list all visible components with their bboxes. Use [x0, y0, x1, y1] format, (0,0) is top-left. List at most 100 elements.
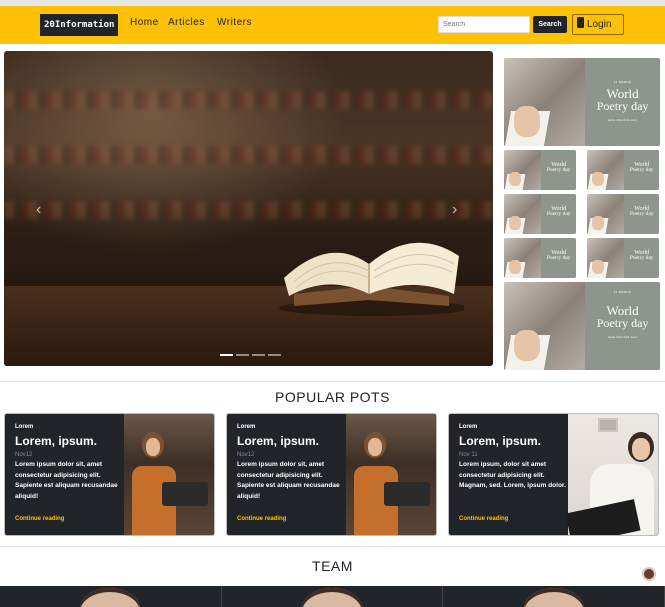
post-card[interactable]: Lorem Lorem, ipsum. Nov 11 Lorem ipsum, …	[448, 413, 659, 536]
card-text: Lorem ipsum dolor sit, amet consectetur …	[15, 461, 118, 500]
nav-link-articles[interactable]: Articles	[168, 17, 205, 28]
typewriter	[384, 482, 430, 506]
carousel-indicator[interactable]	[252, 354, 265, 356]
thumbnail-small[interactable]: World Poetry day	[587, 238, 659, 278]
card-title: Lorem, ipsum.	[15, 434, 98, 448]
face	[368, 438, 382, 456]
carousel-prev-icon[interactable]: ‹	[36, 201, 41, 219]
thumbnail-small[interactable]: World Poetry day	[504, 238, 576, 278]
poster: World Poetry day	[624, 150, 659, 190]
poster-line-2: Poetry day	[629, 255, 654, 261]
poster-line-2: Poetry day	[596, 99, 649, 113]
wall-frame	[598, 418, 618, 432]
search-input[interactable]	[438, 16, 530, 33]
writing-photo	[504, 150, 544, 190]
poster: 21 MARCH World Poetry day www.infoclick.…	[585, 58, 660, 146]
thumbnail-small[interactable]: World Poetry day	[587, 194, 659, 234]
poster-line-2: Poetry day	[546, 167, 571, 173]
card-date: Nov12	[237, 452, 255, 458]
search-button[interactable]: Search	[533, 16, 567, 33]
nav-link-writers[interactable]: Writers	[217, 17, 252, 28]
carousel-indicator[interactable]	[268, 354, 281, 356]
carousel-indicator[interactable]	[236, 354, 249, 356]
hand	[508, 216, 521, 230]
team-member-photo	[80, 588, 141, 607]
writing-photo	[587, 194, 627, 234]
card-text: Lorem ipsum dolor sit, amet consectetur …	[237, 461, 340, 500]
chat-avatar-icon[interactable]	[642, 567, 656, 581]
card-date: Nov12	[15, 452, 33, 458]
bookshelf	[4, 91, 493, 109]
writing-photo	[504, 58, 590, 146]
carousel-indicator[interactable]	[220, 354, 233, 356]
poster: World Poetry day	[624, 194, 659, 234]
card-title: Lorem, ipsum.	[459, 434, 542, 448]
card-image	[124, 414, 214, 535]
hand	[508, 172, 521, 186]
face	[632, 438, 650, 460]
poster-line-2: Poetry day	[596, 316, 649, 330]
thumbnail-small[interactable]: World Poetry day	[504, 150, 576, 190]
bookshelf	[4, 146, 493, 164]
card-title: Lorem, ipsum.	[237, 434, 320, 448]
poster: World Poetry day	[541, 238, 576, 278]
section-divider	[0, 546, 665, 547]
nav-link-home[interactable]: Home	[130, 17, 159, 28]
hand	[591, 260, 604, 274]
card-body: Lorem Lorem, ipsum. Nov 11 Lorem ipsum, …	[459, 424, 569, 492]
thumbnail-large[interactable]: 21 MARCH World Poetry day www.infoclick.…	[504, 58, 660, 146]
legs	[565, 499, 641, 535]
login-button[interactable]: Login	[572, 14, 624, 35]
hero-carousel[interactable]: ‹ ›	[4, 51, 493, 366]
card-label: Lorem	[459, 424, 478, 430]
card-image	[565, 414, 658, 535]
card-body: Lorem Lorem, ipsum. Nov12 Lorem ipsum do…	[237, 424, 347, 502]
carousel-next-icon[interactable]: ›	[452, 201, 457, 219]
thumbnail-small[interactable]: World Poetry day	[504, 194, 576, 234]
thumbnail-small[interactable]: World Poetry day	[587, 150, 659, 190]
poster-date: 21 MARCH	[613, 290, 632, 294]
poster: 21 MARCH World Poetry day www.infoclick.…	[585, 282, 660, 370]
brand-logo[interactable]: 20Information	[40, 14, 119, 36]
navbar: 20Information Home Articles Writers Sear…	[0, 6, 665, 44]
team-member-card[interactable]	[443, 586, 665, 607]
login-label: Login	[587, 19, 612, 30]
hand	[514, 106, 541, 138]
poster-date: 21 MARCH	[613, 80, 632, 84]
card-date: Nov 11	[459, 452, 478, 458]
writing-photo	[587, 238, 627, 278]
writing-photo	[504, 238, 544, 278]
post-card[interactable]: Lorem Lorem, ipsum. Nov12 Lorem ipsum do…	[226, 413, 437, 536]
card-text: Lorem ipsum, dolor sit amet consectetur …	[459, 461, 566, 489]
poster: World Poetry day	[624, 238, 659, 278]
card-label: Lorem	[237, 424, 256, 430]
continue-reading-link[interactable]: Continue reading	[237, 516, 286, 522]
popular-section-title: POPULAR POTS	[275, 389, 390, 405]
poster-url: www.infoclick.com	[607, 118, 638, 122]
poster-line-2: Poetry day	[629, 167, 654, 173]
post-card[interactable]: Lorem Lorem, ipsum. Nov12 Lorem ipsum do…	[4, 413, 215, 536]
face	[146, 438, 160, 456]
poster-line-2: Poetry day	[546, 255, 571, 261]
continue-reading-link[interactable]: Continue reading	[459, 516, 508, 522]
writing-photo	[504, 282, 590, 370]
poster-line-2: Poetry day	[546, 211, 571, 217]
team-member-photo	[302, 588, 362, 607]
hand	[591, 172, 604, 186]
writing-photo	[587, 150, 627, 190]
team-member-photo	[523, 588, 584, 607]
thumbnail-large[interactable]: 21 MARCH World Poetry day www.infoclick.…	[504, 282, 660, 370]
card-label: Lorem	[15, 424, 34, 430]
carousel-indicators	[220, 354, 281, 356]
team-member-card[interactable]	[221, 586, 444, 607]
card-body: Lorem Lorem, ipsum. Nov12 Lorem ipsum do…	[15, 424, 125, 502]
hand	[591, 216, 604, 230]
continue-reading-link[interactable]: Continue reading	[15, 516, 64, 522]
poster: World Poetry day	[541, 150, 576, 190]
section-divider	[0, 381, 665, 382]
hand	[508, 260, 521, 274]
team-section-title: TEAM	[312, 558, 353, 574]
card-image	[346, 414, 436, 535]
team-member-card[interactable]	[0, 586, 222, 607]
writing-photo	[504, 194, 544, 234]
